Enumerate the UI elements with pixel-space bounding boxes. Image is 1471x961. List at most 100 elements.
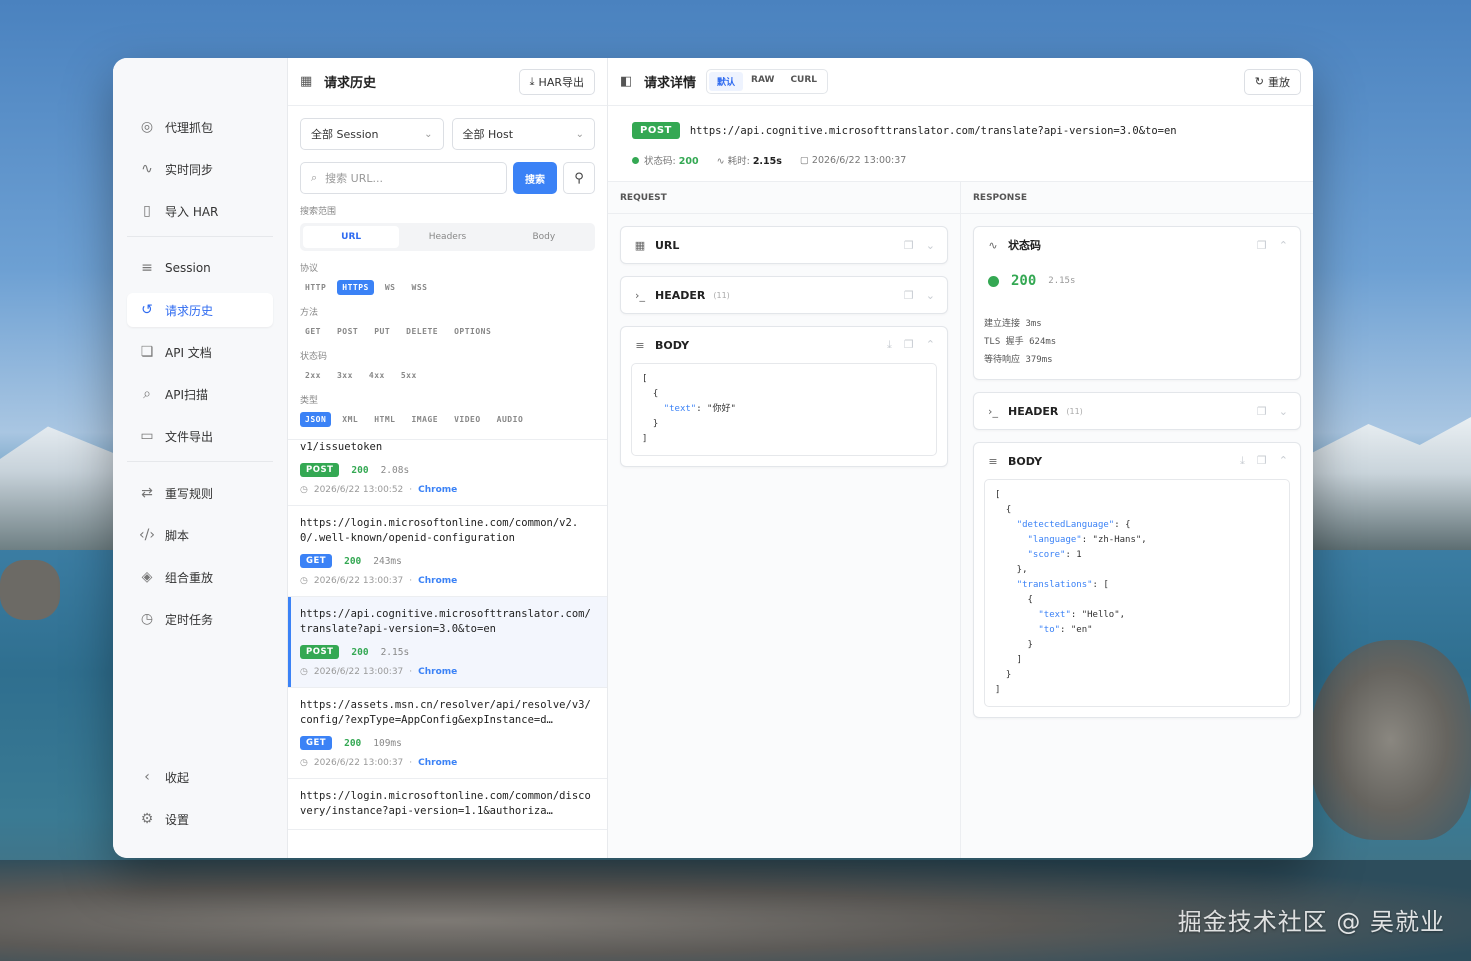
chevron-down-icon[interactable]: ⌄ (926, 239, 935, 252)
sidebar-item-proxy[interactable]: ◎ 代理抓包 (127, 110, 273, 144)
code-icon: ‹/› (139, 527, 155, 543)
response-column: RESPONSE ∿ 状态码 ❐ ⌃ 200 2.15s 建立连接 3ms TLS 握手… (961, 182, 1313, 858)
body-card-title: BODY (1008, 454, 1043, 468)
sidebar-item-rewrite[interactable]: ⇄ 重写规则 (127, 476, 273, 510)
status-chip-5xx[interactable]: 5xx (396, 368, 422, 383)
har-export-button[interactable]: ⤓ HAR导出 (518, 68, 595, 95)
sidebar-item-label: 重写规则 (165, 486, 214, 501)
sidebar-item-file-export[interactable]: ▭ 文件导出 (127, 419, 273, 453)
scope-tab-headers[interactable]: Headers (399, 226, 495, 248)
type-chip-video[interactable]: VIDEO (449, 412, 486, 427)
chevron-up-icon[interactable]: ⌃ (1279, 454, 1288, 468)
chevron-down-icon[interactable]: ⌄ (1279, 405, 1288, 418)
type-chip-html[interactable]: HTML (369, 412, 400, 427)
status-chip-4xx[interactable]: 4xx (364, 368, 390, 383)
header-count: (11) (713, 290, 730, 300)
detail-panel: ◧ 请求详情 默认 RAW CURL ↻ 重放 POST https://api… (608, 58, 1313, 858)
activity-icon: ∿ (988, 238, 998, 252)
sidebar-item-history[interactable]: ↺ 请求历史 (127, 293, 273, 327)
method-badge: GET (300, 554, 333, 568)
method-chip-options[interactable]: OPTIONS (449, 324, 496, 339)
sidebar-item-api-docs[interactable]: ❏ API 文档 (127, 335, 273, 369)
tab-curl[interactable]: CURL (782, 72, 825, 91)
database-icon: ≡ (635, 338, 645, 352)
download-icon[interactable]: ⤓ (887, 338, 892, 352)
sidebar-item-combo-replay[interactable]: ◈ 组合重放 (127, 560, 273, 594)
chevron-up-icon[interactable]: ⌃ (1279, 239, 1288, 252)
method-chip-put[interactable]: PUT (369, 324, 395, 339)
scope-tab-url[interactable]: URL (303, 226, 400, 248)
scope-label: 搜索范围 (300, 207, 337, 217)
sidebar-toggle-icon[interactable]: ◧ (620, 74, 636, 89)
status-card-title: 状态码 (1008, 239, 1041, 252)
request-url: https://api.cognitive.microsofttranslato… (300, 608, 591, 635)
timestamp: 2026/6/22 13:00:37 (811, 154, 907, 166)
protocol-chip-http[interactable]: HTTP (300, 280, 331, 295)
method-chip-get[interactable]: GET (300, 324, 326, 339)
scope-tab-body[interactable]: Body (496, 226, 592, 248)
request-item-selected[interactable]: https://api.cognitive.microsofttranslato… (288, 597, 607, 688)
response-header-card: ›_ HEADER (11) ❐ ⌄ (973, 392, 1301, 430)
tab-default[interactable]: 默认 (709, 72, 744, 91)
request-item[interactable]: https://login.microsoftonline.com/common… (288, 506, 607, 597)
session-select[interactable]: 全部 Session ⌄ (300, 118, 444, 150)
history-panel: ▦ 请求历史 ⤓ HAR导出 全部 Session ⌄ 全部 Host ⌄ ⌕ 搜索 … (288, 58, 608, 858)
type-chip-image[interactable]: IMAGE (406, 412, 443, 427)
sidebar-item-import-har[interactable]: ▯ 导入 HAR (127, 194, 273, 228)
sidebar-item-scheduled[interactable]: ◷ 定时任务 (127, 602, 273, 636)
collapse-button[interactable]: ‹ 收起 (127, 760, 273, 794)
method-chip-post[interactable]: POST (332, 324, 363, 339)
sidebar-item-sync[interactable]: ∿ 实时同步 (127, 152, 273, 186)
type-chip-xml[interactable]: XML (337, 412, 363, 427)
sidebar-item-session[interactable]: ≡ Session (127, 251, 273, 285)
protocol-chip-https[interactable]: HTTPS (337, 280, 374, 295)
tab-raw[interactable]: RAW (743, 72, 782, 91)
sidebar-item-label: 实时同步 (165, 162, 214, 177)
scan-icon: ⌕ (143, 386, 151, 402)
clock-icon: ◷ (300, 576, 308, 586)
method-badge: GET (300, 736, 333, 750)
search-button[interactable]: 搜索 (513, 162, 557, 194)
request-item[interactable]: https://login.microsoftonline.com/common… (288, 779, 607, 830)
request-item[interactable]: https://assets.msn.cn/resolver/api/resol… (288, 688, 607, 779)
chevron-up-icon[interactable]: ⌃ (926, 338, 935, 352)
copy-icon[interactable]: ❐ (904, 338, 914, 352)
background-rock-right (1310, 640, 1471, 840)
status-chip-2xx[interactable]: 2xx (300, 368, 326, 383)
duration: 2.15s (380, 646, 410, 658)
settings-button[interactable]: ⚙ 设置 (127, 802, 273, 836)
copy-icon[interactable]: ❐ (1257, 405, 1267, 418)
status-chip-3xx[interactable]: 3xx (332, 368, 358, 383)
method-chip-delete[interactable]: DELETE (401, 324, 443, 339)
browser-tag: Chrome (418, 485, 458, 495)
book-icon: ❏ (140, 344, 154, 360)
chevron-down-icon[interactable]: ⌄ (926, 289, 935, 302)
sidebar-item-api-scan[interactable]: ⌕ API扫描 (127, 377, 273, 411)
sidebar-item-label: 定时任务 (165, 612, 214, 627)
copy-icon[interactable]: ❐ (1257, 454, 1267, 468)
protocol-chip-ws[interactable]: WS (380, 280, 401, 295)
search-input[interactable]: ⌕ 搜索 URL... (300, 162, 507, 194)
status-code: 200 (344, 555, 362, 567)
table-icon: ▦ (300, 74, 313, 89)
copy-icon[interactable]: ❐ (904, 289, 914, 302)
sidebar-item-script[interactable]: ‹/› 脚本 (127, 518, 273, 552)
copy-icon[interactable]: ❐ (1257, 239, 1267, 252)
request-time: 2026/6/22 13:00:52 (313, 485, 404, 495)
request-item[interactable]: v1/issuetoken POST 200 2.08s ◷ 2026/6/22 13… (288, 440, 607, 506)
type-chip-json[interactable]: JSON (300, 412, 332, 427)
protocol-chip-wss[interactable]: WSS (407, 280, 433, 295)
sidebar-item-label: 请求历史 (165, 303, 214, 318)
download-icon[interactable]: ⤓ (1240, 454, 1245, 468)
duration: 109ms (373, 737, 402, 749)
host-select[interactable]: 全部 Host ⌄ (451, 118, 595, 150)
copy-icon[interactable]: ❐ (904, 239, 914, 252)
clock-icon: ◷ (300, 758, 308, 768)
status-dot (632, 157, 639, 164)
filter-button[interactable]: ⚲ (563, 162, 595, 194)
type-chip-audio[interactable]: AUDIO (492, 412, 529, 427)
search-icon: ⌕ (311, 171, 318, 184)
replay-button[interactable]: ↻ 重放 (1243, 68, 1301, 95)
duration: 2.08s (380, 464, 410, 476)
header-card-title: HEADER (655, 288, 706, 302)
